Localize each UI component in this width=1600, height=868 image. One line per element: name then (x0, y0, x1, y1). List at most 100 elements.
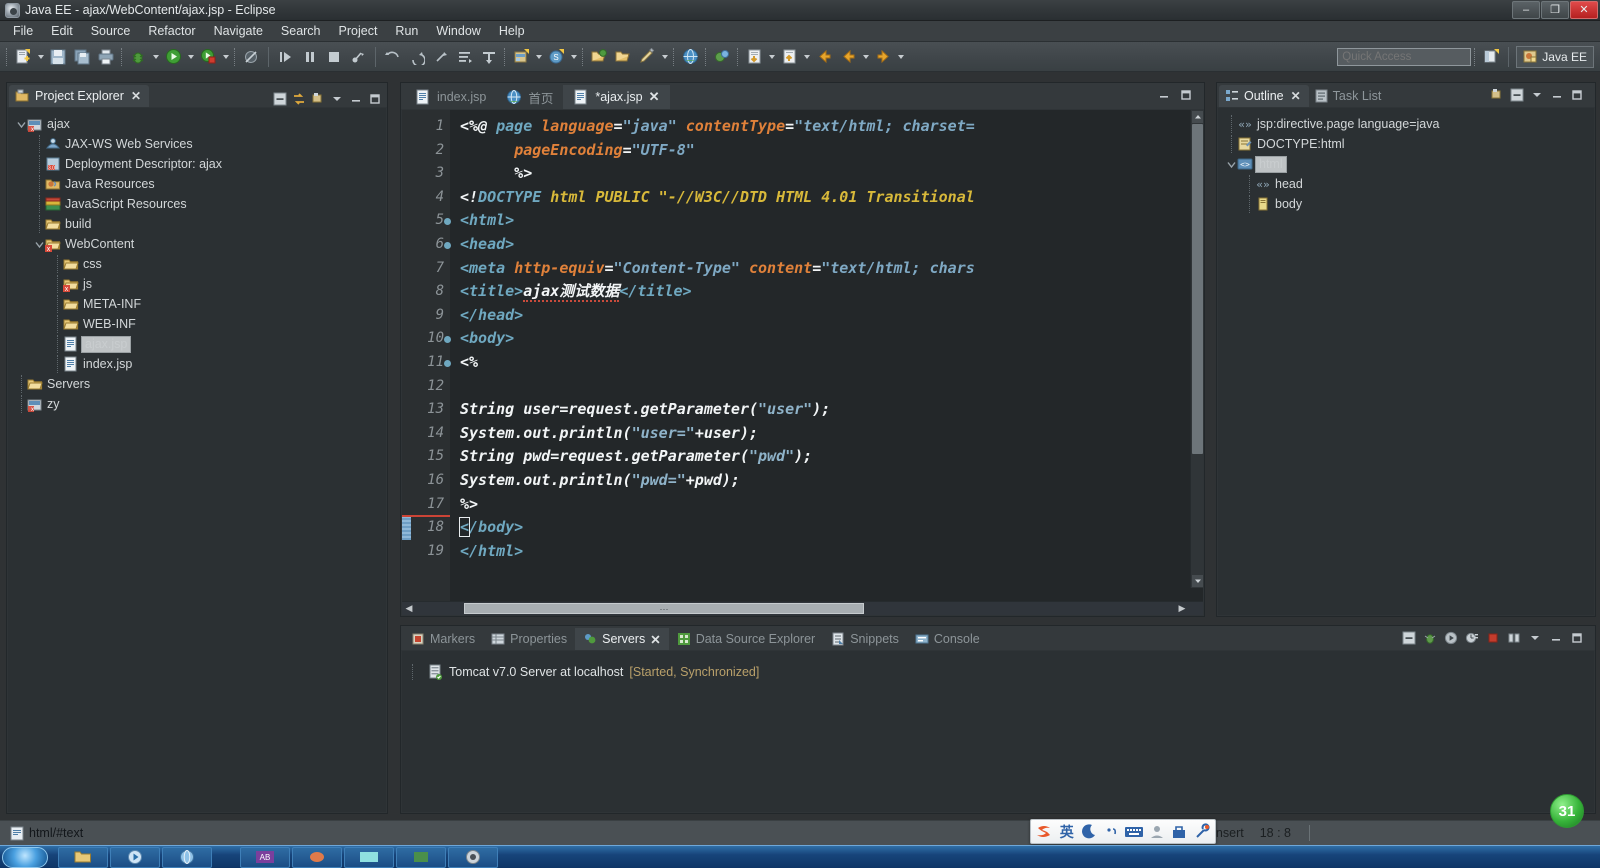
terminate-icon[interactable] (323, 46, 345, 68)
code-line[interactable]: <body> (450, 327, 1203, 351)
close-icon[interactable]: ✕ (649, 89, 660, 105)
save-icon[interactable] (47, 46, 69, 68)
scroll-down-icon[interactable] (1192, 575, 1203, 587)
code-line[interactable]: <html> (450, 209, 1203, 233)
export-icon[interactable] (778, 46, 800, 68)
scroll-right-icon[interactable]: ▶ (1175, 602, 1189, 615)
pause-icon[interactable] (299, 46, 321, 68)
servers-collapse-icon[interactable] (1401, 630, 1417, 646)
taskbar-item-app-3[interactable] (344, 846, 394, 868)
tree-item-ajax[interactable]: x ajax (8, 114, 386, 134)
code-line[interactable]: </body> (450, 516, 1203, 540)
settings-icon[interactable] (1192, 821, 1213, 842)
code-line[interactable]: String user=request.getParameter("user")… (450, 398, 1203, 422)
tab-outline[interactable]: Outline ✕ (1219, 85, 1309, 107)
quick-access-input[interactable] (1337, 47, 1472, 66)
code-editor[interactable]: 1 2 3 4 5 6 7 8 9 10 11 12 13 14 15 16 17 18 19 <%@ page l… (402, 110, 1203, 615)
back-icon[interactable] (813, 46, 835, 68)
minimize-icon[interactable] (348, 91, 364, 107)
edit-dropdown-icon[interactable] (659, 46, 670, 68)
tree-item-head[interactable]: «» head (1218, 174, 1594, 194)
new-server-dropdown-icon[interactable] (568, 46, 579, 68)
debug-server-icon[interactable] (1422, 630, 1438, 646)
code-line[interactable]: </head> (450, 304, 1203, 328)
print-icon[interactable] (95, 46, 117, 68)
code-line[interactable]: <!DOCTYPE html PUBLIC "-//W3C//DTD HTML … (450, 186, 1203, 210)
open-task-icon[interactable] (478, 46, 500, 68)
tree-item-webcontent[interactable]: x WebContent (8, 234, 386, 254)
open-folder-icon[interactable] (612, 46, 634, 68)
tree-item-jsp-directive-page-language-java[interactable]: «» jsp:directive.page language=java (1218, 114, 1594, 134)
run-icon[interactable] (162, 46, 184, 68)
bottom-minimize-icon[interactable] (1548, 630, 1564, 646)
tree-item-web-inf[interactable]: WEB-INF (8, 314, 386, 334)
horizontal-scroll-thumb[interactable]: ⋯ (464, 603, 864, 614)
taskbar-item-browser[interactable] (162, 846, 212, 868)
tab-task-list[interactable]: Task List (1309, 85, 1390, 107)
tree-item-servers[interactable]: Servers (8, 374, 386, 394)
close-icon[interactable]: ✕ (131, 89, 141, 103)
close-button[interactable]: ✕ (1570, 1, 1598, 19)
code-line[interactable]: <head> (450, 233, 1203, 257)
tree-item-body[interactable]: body (1218, 194, 1594, 214)
outline-view-menu-icon[interactable] (1489, 87, 1505, 103)
editor-tab-首页[interactable]: 首页 (496, 85, 563, 109)
close-icon[interactable]: ✕ (1291, 89, 1301, 103)
menu-refactor[interactable]: Refactor (139, 22, 204, 40)
tree-item-meta-inf[interactable]: META-INF (8, 294, 386, 314)
export-dropdown-icon[interactable] (801, 46, 812, 68)
code-line[interactable]: %> (450, 493, 1203, 517)
stop-server-icon[interactable] (1485, 630, 1501, 646)
taskbar-item-eclipse[interactable] (448, 846, 498, 868)
profile-server-icon[interactable] (1464, 630, 1480, 646)
outline-minimize-icon[interactable] (1549, 87, 1565, 103)
start-button-icon[interactable] (2, 846, 48, 868)
previous-annotation-icon[interactable] (406, 46, 428, 68)
collapse-all-icon[interactable] (272, 91, 288, 107)
toolbox-icon[interactable] (1169, 821, 1190, 842)
run-external-dropdown-icon[interactable] (220, 46, 231, 68)
tree-item-css[interactable]: css (8, 254, 386, 274)
import-dropdown-icon[interactable] (766, 46, 777, 68)
forward-icon[interactable] (837, 46, 859, 68)
project-tree[interactable]: x ajax JAX-WS Web Services 3.0 Deployment De… (8, 108, 386, 414)
tray-notification-badge[interactable]: 31 (1550, 794, 1584, 828)
menu-window[interactable]: Window (427, 22, 489, 40)
sogou-ime-bar[interactable]: 英 (1030, 819, 1216, 844)
editor-vertical-scrollbar[interactable] (1190, 110, 1203, 588)
tab-markers[interactable]: Markers (403, 628, 483, 650)
start-server-icon[interactable] (1443, 630, 1459, 646)
taskbar-item-app-4[interactable] (396, 846, 446, 868)
servers-list[interactable]: Tomcat v7.0 Server at localhost [Started,… (402, 661, 1594, 683)
outline-tree[interactable]: «» jsp:directive.page language=java DOCTYP… (1218, 108, 1594, 214)
bottom-view-menu-icon[interactable] (1527, 630, 1543, 646)
code-line[interactable]: <title>ajax测试数据</title> (450, 280, 1203, 304)
tree-item-zy[interactable]: x zy (8, 394, 386, 414)
outline-body[interactable]: «» jsp:directive.page language=java DOCTYP… (1218, 108, 1594, 615)
menu-help[interactable]: Help (490, 22, 534, 40)
debug-perspective-icon[interactable] (711, 46, 733, 68)
twisty-expanded-icon[interactable] (16, 114, 27, 134)
taskbar-item-media[interactable] (110, 846, 160, 868)
last-edit-location-icon[interactable] (430, 46, 452, 68)
tab-data-source-explorer[interactable]: Data Source Explorer (669, 628, 824, 650)
skip-breakpoints-icon[interactable] (240, 46, 262, 68)
open-type-icon[interactable] (588, 46, 610, 68)
punctuation-icon[interactable] (1102, 821, 1123, 842)
menu-edit[interactable]: Edit (42, 22, 82, 40)
forward-dropdown-icon[interactable] (860, 46, 871, 68)
line-number-gutter[interactable]: 1 2 3 4 5 6 7 8 9 10 11 12 13 14 15 16 17 18 19 (402, 110, 451, 601)
bottom-maximize-icon[interactable] (1569, 630, 1585, 646)
outline-maximize-icon[interactable] (1569, 87, 1585, 103)
web-browser-icon[interactable] (679, 46, 701, 68)
new-wizard-dropdown-icon[interactable] (35, 46, 46, 68)
twisty-expanded-icon[interactable] (1226, 154, 1237, 174)
next-dropdown-icon[interactable] (895, 46, 906, 68)
tree-item-index-jsp[interactable]: index.jsp (8, 354, 386, 374)
import-icon[interactable] (743, 46, 765, 68)
editor-minimize-icon[interactable] (1156, 87, 1172, 103)
tree-item-js[interactable]: x js (8, 274, 386, 294)
back-to-editor-icon[interactable] (454, 46, 476, 68)
scroll-left-icon[interactable]: ◀ (402, 602, 416, 615)
code-line[interactable]: %> (450, 162, 1203, 186)
